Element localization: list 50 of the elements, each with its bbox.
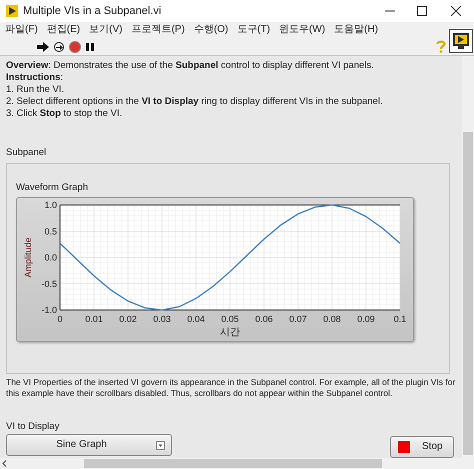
vertical-scrollbar[interactable] (462, 56, 474, 469)
menu-item[interactable]: 보기(V) (89, 25, 122, 35)
x-tick-label: 0.08 (323, 314, 341, 324)
overview-text: Overview: Demonstrates the use of the Subpanel control to display different VI panels. (6, 60, 375, 72)
run-continuously-icon[interactable] (53, 40, 65, 52)
instruction-step: 2. Select different options in the VI to Display ring to display different VIs in the subpanel. (6, 96, 462, 108)
instruction-step: 3. Click Stop to stop the VI. (6, 108, 462, 120)
x-tick-label: 0.01 (85, 314, 103, 324)
menu-item[interactable]: 수행(O) (194, 25, 228, 35)
y-tick-label: 0.0 (44, 252, 57, 262)
x-tick-label: 0.03 (153, 314, 171, 324)
close-icon (451, 6, 461, 16)
y-tick-label: -1.0 (41, 305, 57, 315)
x-tick-label: 0.06 (255, 314, 273, 324)
run-arrow-icon[interactable] (37, 42, 49, 52)
vi-icon (452, 32, 470, 50)
maximize-icon (417, 6, 427, 16)
x-axis-label: 시간 (220, 327, 240, 338)
stop-button[interactable]: Stop (390, 436, 454, 458)
menu-item[interactable]: 도움말(H) (334, 25, 378, 35)
x-tick-label: 0.02 (119, 314, 137, 324)
menu-item[interactable]: 프로젝트(P) (131, 25, 185, 35)
ring-label: VI to Display (6, 421, 60, 434)
y-tick-label: 0.5 (44, 226, 57, 236)
menu-item[interactable]: 도구(T) (237, 25, 270, 35)
y-tick-label: -0.5 (41, 278, 57, 289)
instruction-step: 1. Run the VI. (6, 84, 462, 96)
abort-icon[interactable] (69, 40, 81, 52)
scroll-left-icon[interactable] (2, 460, 7, 468)
x-tick-label: 0.1 (394, 314, 406, 324)
graph-label: Waveform Graph (16, 182, 88, 194)
menu-item[interactable]: 파일(F) (5, 25, 38, 35)
x-tick-label: 0.04 (187, 314, 205, 324)
x-tick-label: 0.07 (289, 314, 307, 324)
instructions-heading: Instructions: (6, 72, 64, 84)
horizontal-scrollbar[interactable] (0, 458, 462, 469)
x-tick-label: 0 (58, 314, 62, 324)
y-axis-label: Amplitude (23, 237, 33, 278)
x-tick-label: 0.09 (357, 314, 375, 324)
stop-square-icon (398, 441, 410, 454)
subpanel-label: Subpanel (6, 147, 46, 159)
pause-icon[interactable] (85, 42, 95, 52)
y-tick-label: 1.0 (44, 200, 57, 210)
note-text: The VI Properties of the inserted VI govern its appearance in the Subpanel control. For example, all of the plugin VIs for this example have their scrollbars disabled. Thus, scrollbars do not appear within the Subpanel control. (6, 377, 456, 400)
vi-ring-dropdown[interactable]: Sine Graph (6, 434, 172, 456)
x-tick-label: 0.05 (221, 314, 239, 324)
menu-item[interactable]: 편집(E) (46, 25, 80, 35)
menu-item[interactable]: 윈도우(W) (279, 25, 326, 35)
window-title: Multiple VIs in a Subpanel.vi (23, 4, 162, 19)
app-icon (6, 5, 18, 17)
